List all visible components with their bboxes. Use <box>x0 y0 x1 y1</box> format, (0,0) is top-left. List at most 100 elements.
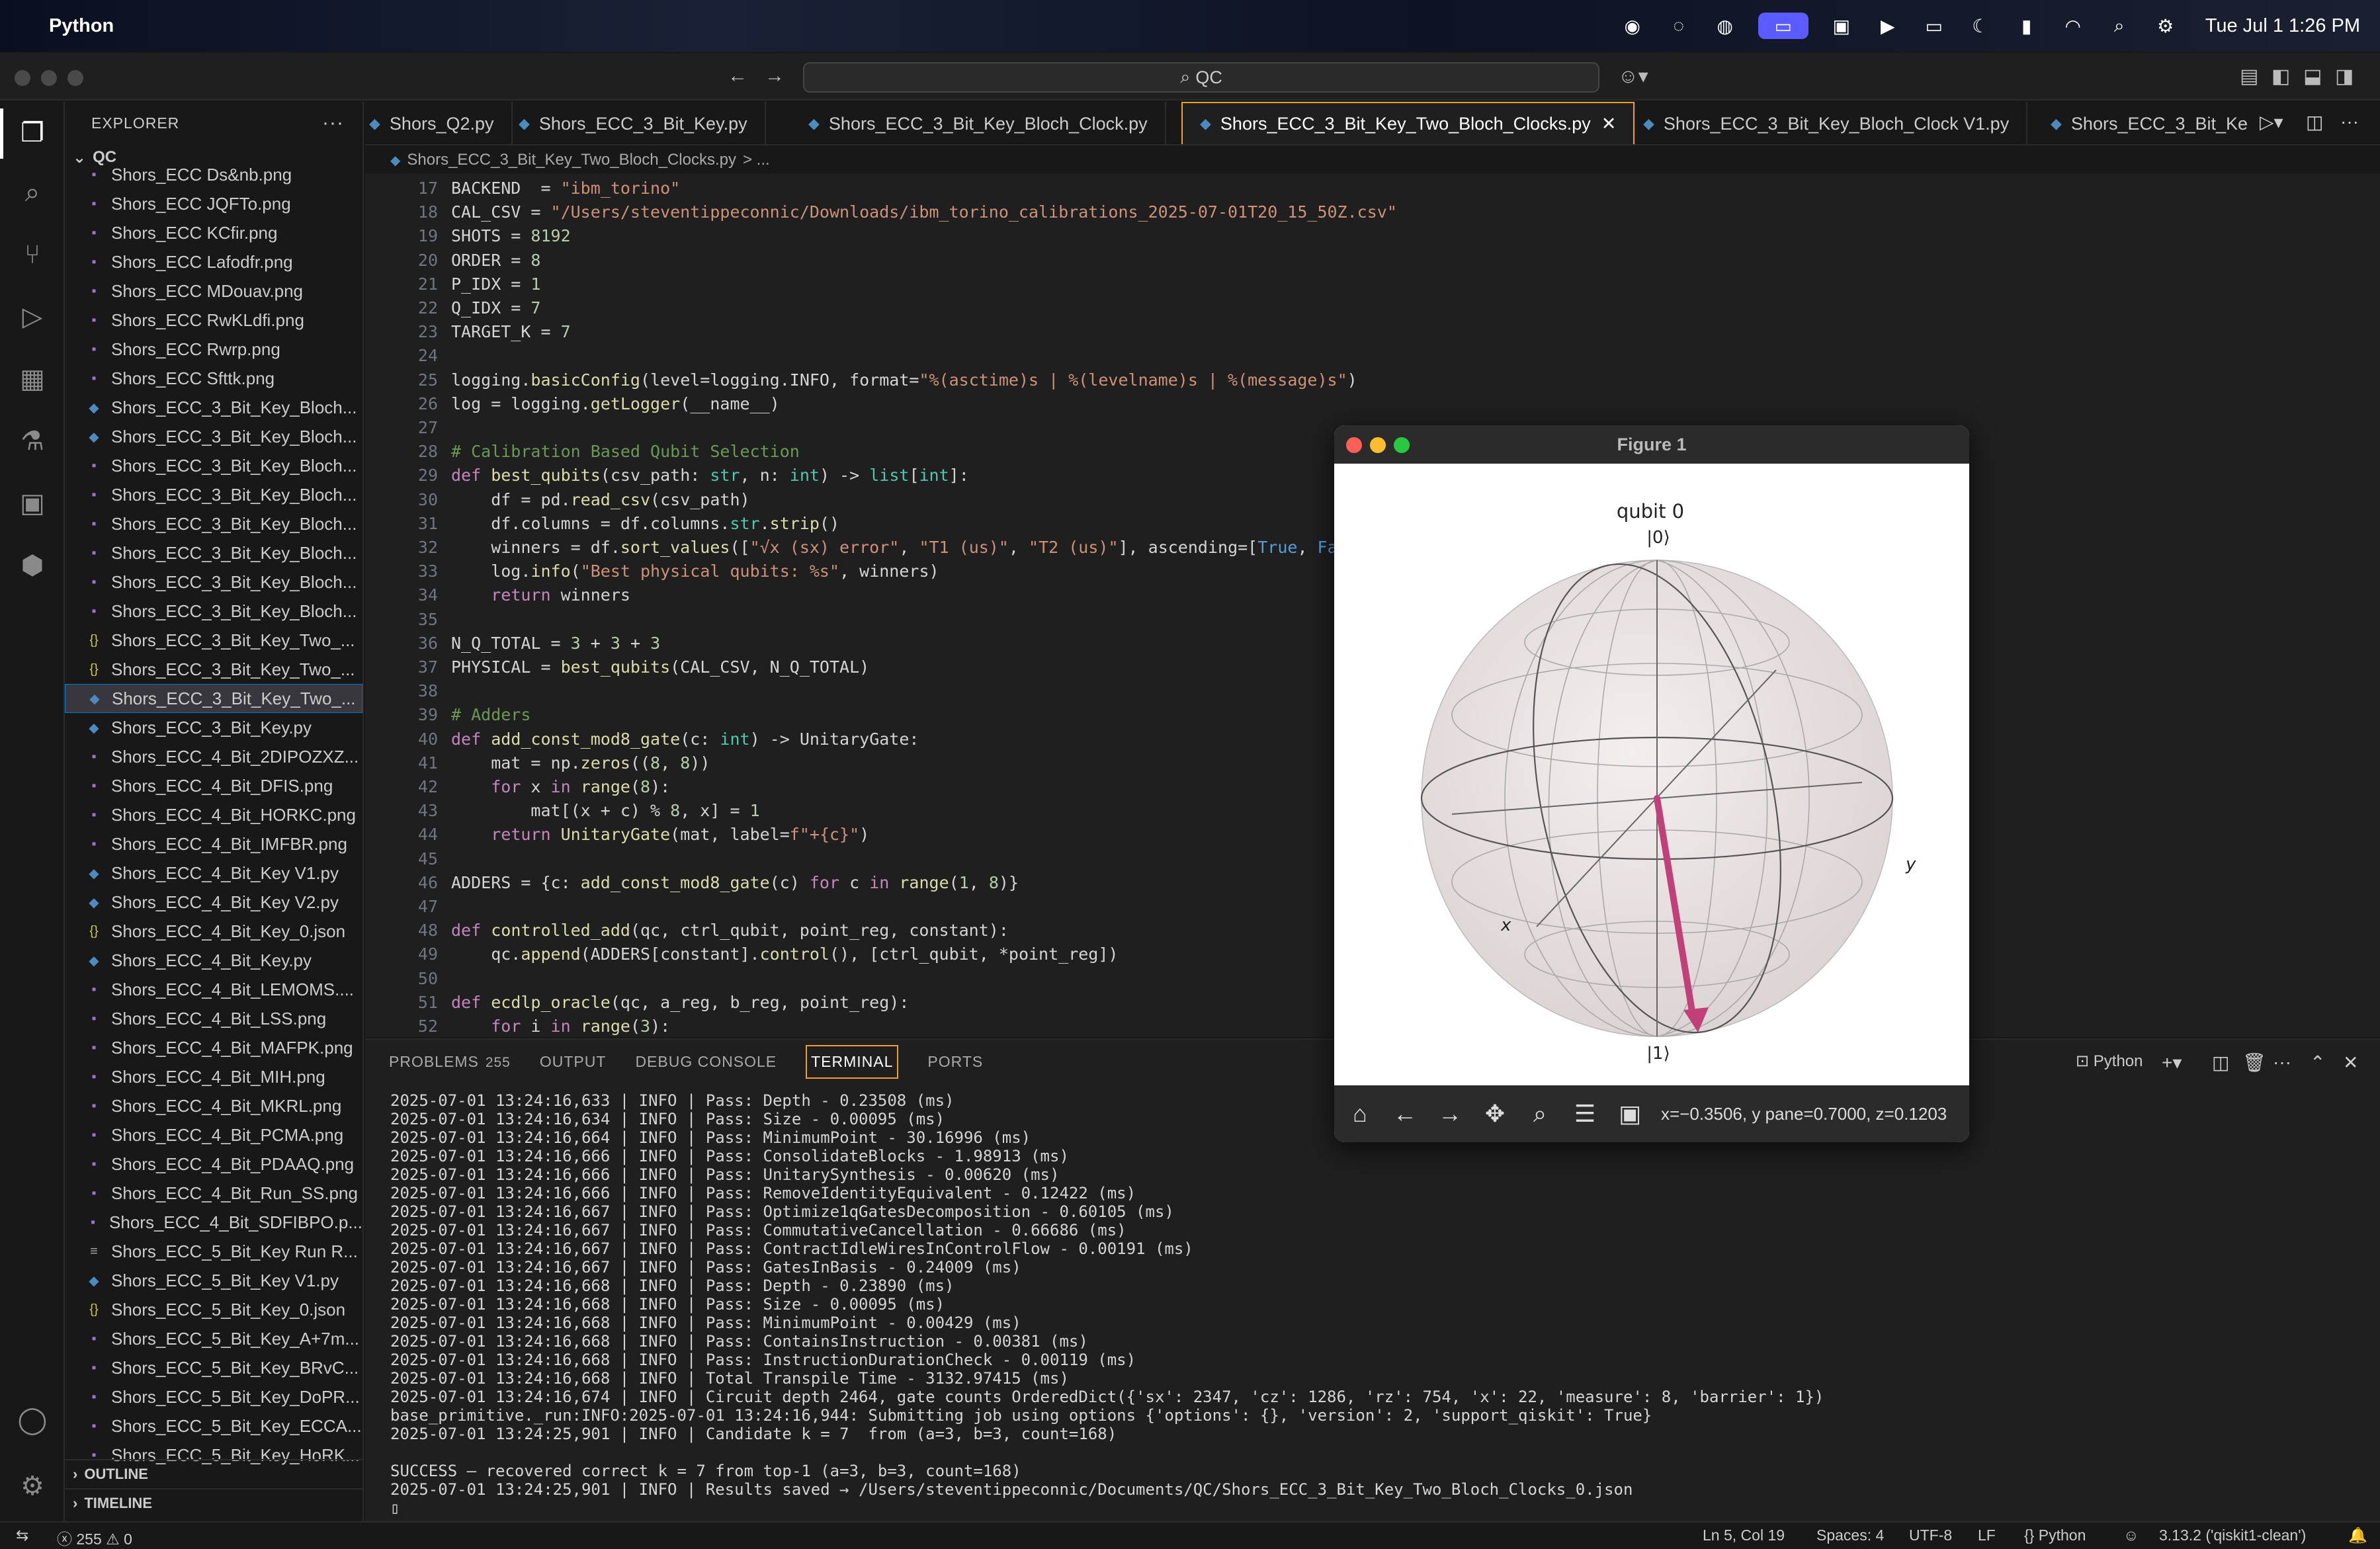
maximize-panel-icon[interactable]: ⌃ <box>2310 1052 2325 1073</box>
code-line[interactable]: log.info("Best physical qubits: %s", win… <box>451 562 939 581</box>
code-line[interactable]: df = pd.read_csv(csv_path) <box>451 490 749 509</box>
forward-arrow-icon[interactable]: → <box>765 65 785 87</box>
file-item[interactable]: ▪ Shors_ECC_5_Bit_Key_A+7m... <box>65 1324 362 1353</box>
encoding[interactable]: UTF-8 <box>1909 1527 1952 1544</box>
code-line[interactable]: def ecdlp_oracle(qc, a_reg, b_reg, point… <box>451 993 909 1012</box>
breadcrumb-rest[interactable]: > ... <box>743 151 770 169</box>
source-control-icon[interactable]: ⑂ <box>15 237 50 272</box>
play-icon[interactable]: ▶ <box>1875 13 1901 39</box>
indentation[interactable]: Spaces: 4 <box>1816 1527 1884 1544</box>
save-figure-icon[interactable]: ▣ <box>1611 1095 1649 1133</box>
file-item[interactable]: ▪ Shors_ECC_4_Bit_PCMA.png <box>65 1120 362 1150</box>
code-line[interactable]: # Calibration Based Qubit Selection <box>451 442 800 461</box>
file-item[interactable]: {} Shors_ECC_4_Bit_Key_0.json <box>65 917 362 946</box>
run-file-icon[interactable]: ▷▾ <box>2260 111 2283 133</box>
file-item[interactable]: ▪ Shors_ECC_4_Bit_2DIPOZXZ... <box>65 742 362 771</box>
tab-problems[interactable]: PROBLEMS 255 <box>389 1048 511 1076</box>
code-line[interactable]: def controlled_add(qc, ctrl_qubit, point… <box>451 921 1009 940</box>
tab-bloch-clock-v1[interactable]: ◆ Shors_ECC_3_Bit_Key_Bloch_Clock V1.py <box>1626 102 2028 144</box>
zoom-icon[interactable]: ⌕ <box>1521 1095 1559 1133</box>
pan-icon[interactable]: ✥ <box>1476 1095 1514 1133</box>
code-line[interactable]: PHYSICAL = best_qubits(CAL_CSV, N_Q_TOTA… <box>451 657 869 677</box>
tab-ports[interactable]: PORTS <box>927 1048 983 1076</box>
toggle-secondary-sidebar-icon[interactable]: ◨ <box>2335 65 2354 88</box>
code-line[interactable]: logging.basicConfig(level=logging.INFO, … <box>451 370 1357 390</box>
code-line[interactable]: mat = np.zeros((8, 8)) <box>451 753 710 773</box>
file-item[interactable]: ▪ Shors_ECC_4_Bit_MKRL.png <box>65 1091 362 1120</box>
file-item[interactable]: ▪ Shors_ECC Lafodfr.png <box>65 247 362 276</box>
minimize-window-button[interactable] <box>41 70 57 86</box>
search-icon[interactable]: ⌕ <box>15 175 50 210</box>
file-item[interactable]: ▪ Shors_ECC_3_Bit_Key_Bloch... <box>65 509 362 538</box>
file-item[interactable]: ▪ Shors_ECC_3_Bit_Key_Bloch... <box>65 597 362 626</box>
file-item[interactable]: ≡ Shors_ECC_5_Bit_Key Run R... <box>65 1237 362 1266</box>
file-item[interactable]: ▪ Shors_ECC_4_Bit_PDAAQ.png <box>65 1150 362 1179</box>
remote-icon[interactable]: ⇆ <box>16 1527 28 1544</box>
file-item[interactable]: ▪ Shors_ECC Rwrp.png <box>65 335 362 364</box>
terminal-shell-selector[interactable]: ⊡ Python <box>2076 1052 2143 1071</box>
file-item[interactable]: ◆ Shors_ECC_5_Bit_Key V1.py <box>65 1266 362 1295</box>
code-line[interactable]: for x in range(8): <box>451 777 670 796</box>
language-mode[interactable]: {} Python <box>2024 1527 2086 1544</box>
file-item[interactable]: ▪ Shors_ECC_4_Bit_SDFIBPO.p... <box>65 1208 362 1237</box>
outline-section[interactable]: › OUTLINE <box>65 1459 362 1488</box>
app-menu-name[interactable]: Python <box>49 15 114 37</box>
moon-icon[interactable]: ☾ <box>1967 13 1994 39</box>
explorer-icon[interactable]: ❐ <box>15 115 50 151</box>
code-line[interactable]: TARGET_K = 7 <box>451 322 571 341</box>
copilot-status-icon[interactable]: ☺ <box>2123 1527 2139 1544</box>
split-editor-icon[interactable]: ◫ <box>2306 111 2323 133</box>
toggle-panel-icon[interactable]: ⬓ <box>2303 65 2322 88</box>
end-of-line[interactable]: LF <box>1978 1527 1996 1544</box>
close-window-button[interactable] <box>15 70 30 86</box>
code-line[interactable]: return winners <box>451 585 630 605</box>
tab-shors-ecc-3-bit-key[interactable]: ◆ Shors_ECC_3_Bit_Key.py <box>501 102 766 144</box>
file-item[interactable]: {} Shors_ECC_5_Bit_Key_0.json <box>65 1295 362 1324</box>
command-center-search[interactable]: ⌕ QC <box>803 62 1599 93</box>
file-item[interactable]: ▪ Shors_ECC_4_Bit_MAFPK.png <box>65 1033 362 1062</box>
code-line[interactable]: SHOTS = 8192 <box>451 226 571 245</box>
code-line[interactable]: ADDERS = {c: add_const_mod8_gate(c) for … <box>451 873 1019 892</box>
back-arrow-icon[interactable]: ← <box>1386 1095 1424 1133</box>
home-icon[interactable]: ⌂ <box>1341 1095 1379 1133</box>
code-line[interactable]: def best_qubits(csv_path: str, n: int) -… <box>451 466 969 485</box>
new-terminal-icon[interactable]: +▾ <box>2162 1052 2182 1073</box>
file-item[interactable]: ▪ Shors_ECC_5_Bit_Key_ECCA... <box>65 1411 362 1441</box>
file-item[interactable]: ▪ Shors_ECC_4_Bit_Run_SS.png <box>65 1179 362 1208</box>
status-icon-5[interactable]: ▣ <box>1828 13 1855 39</box>
settings-gear-icon[interactable]: ⚙ <box>15 1468 50 1504</box>
control-center-icon[interactable]: ⚙ <box>2152 13 2179 39</box>
code-line[interactable]: return UnitaryGate(mat, label=f"+{c}") <box>451 825 869 844</box>
remote-explorer-icon[interactable]: ▣ <box>15 485 50 521</box>
close-window-button[interactable] <box>1346 437 1362 453</box>
minimize-window-button[interactable] <box>1370 437 1386 453</box>
status-icon-2[interactable]: ◌ <box>1666 13 1692 39</box>
close-panel-icon[interactable]: ✕ <box>2343 1052 2358 1073</box>
file-item[interactable]: ◆ Shors_ECC_4_Bit_Key.py <box>65 946 362 975</box>
file-item[interactable]: {} Shors_ECC_3_Bit_Key_Two_... <box>65 626 362 655</box>
kill-terminal-icon[interactable]: 🗑 <box>2242 1052 2266 1073</box>
tab-shors-ecc-3-bit-ke[interactable]: ◆ Shors_ECC_3_Bit_Ke <box>2033 102 2265 144</box>
split-terminal-icon[interactable]: ◫ <box>2212 1052 2229 1073</box>
file-item[interactable]: ◆ Shors_ECC_3_Bit_Key_Two_... <box>65 684 362 713</box>
containers-icon[interactable]: ⬢ <box>15 548 50 583</box>
toggle-sidebar-icon[interactable]: ◧ <box>2272 65 2290 88</box>
file-item[interactable]: ▪ Shors_ECC_4_Bit_IMFBR.png <box>65 829 362 858</box>
menubar-clock[interactable]: Tue Jul 1 1:26 PM <box>2205 15 2360 37</box>
timeline-section[interactable]: › TIMELINE <box>65 1488 362 1517</box>
back-arrow-icon[interactable]: ← <box>728 65 747 87</box>
file-item[interactable]: ▪ Shors_ECC_3_Bit_Key_Bloch... <box>65 538 362 567</box>
notifications-bell-icon[interactable]: 🔔 <box>2348 1527 2367 1544</box>
terminal-cursor[interactable]: ▯ <box>390 1499 2361 1515</box>
file-item[interactable]: ▪ Shors_ECC_4_Bit_LSS.png <box>65 1004 362 1033</box>
code-line[interactable]: for i in range(3): <box>451 1017 670 1036</box>
layout-icon[interactable]: ▤ <box>2240 65 2258 88</box>
file-item[interactable]: ▪ Shors_ECC_5_Bit_Key_BRvC... <box>65 1353 362 1382</box>
breadcrumb-file[interactable]: Shors_ECC_3_Bit_Key_Two_Bloch_Clocks.py <box>407 151 736 169</box>
file-item[interactable]: ▪ Shors_ECC_3_Bit_Key_Bloch... <box>65 451 362 480</box>
more-actions-icon[interactable]: ··· <box>322 112 344 134</box>
code-line[interactable]: BACKEND = "ibm_torino" <box>451 179 680 198</box>
tab-terminal[interactable]: TERMINAL <box>806 1044 899 1079</box>
code-line[interactable]: mat[(x + c) % 8, x] = 1 <box>451 801 759 820</box>
code-line[interactable]: winners = df.sort_values(["√x (sx) error… <box>451 538 1367 557</box>
